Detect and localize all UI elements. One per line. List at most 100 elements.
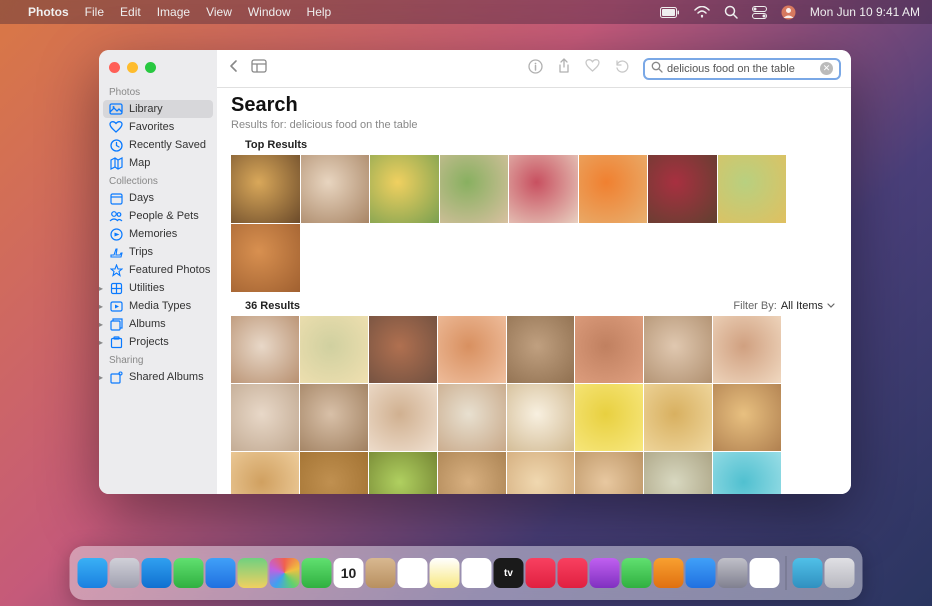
search-input[interactable] xyxy=(667,63,820,75)
top-result-thumbnail[interactable] xyxy=(370,155,439,223)
result-thumbnail[interactable] xyxy=(231,452,299,494)
sidebar-item-people-pets[interactable]: People & Pets xyxy=(99,207,217,225)
close-button[interactable] xyxy=(109,62,120,73)
info-button[interactable] xyxy=(528,59,543,79)
result-thumbnail[interactable] xyxy=(644,384,712,451)
sidebar-item-utilities[interactable]: ▸Utilities xyxy=(99,279,217,297)
dock-launchpad[interactable] xyxy=(110,558,140,588)
search-field[interactable]: ✕ xyxy=(643,58,841,80)
result-thumbnail[interactable] xyxy=(575,384,643,451)
sidebar-item-map[interactable]: Map xyxy=(99,154,217,172)
dock-trash[interactable] xyxy=(825,558,855,588)
sidebar-item-featured-photos[interactable]: Featured Photos xyxy=(99,261,217,279)
sidebar-item-media-types[interactable]: ▸Media Types xyxy=(99,297,217,315)
dock-calendar[interactable]: 10 xyxy=(334,558,364,588)
menu-image[interactable]: Image xyxy=(157,5,190,19)
layout-button[interactable] xyxy=(251,59,267,78)
app-menu[interactable]: Photos xyxy=(28,5,69,19)
dock-numbers[interactable] xyxy=(622,558,652,588)
result-thumbnail[interactable] xyxy=(644,316,712,383)
dock-news[interactable] xyxy=(558,558,588,588)
dock-maps[interactable] xyxy=(238,558,268,588)
sidebar-item-trips[interactable]: Trips xyxy=(99,243,217,261)
dock-safari[interactable] xyxy=(142,558,172,588)
result-thumbnail[interactable] xyxy=(438,452,506,494)
rotate-button[interactable] xyxy=(614,59,629,79)
top-result-thumbnail[interactable] xyxy=(440,155,509,223)
favorite-button[interactable] xyxy=(585,59,600,78)
result-thumbnail[interactable] xyxy=(369,452,437,494)
filter-control[interactable]: Filter By: All Items xyxy=(733,300,835,312)
menu-window[interactable]: Window xyxy=(248,5,291,19)
wifi-icon[interactable] xyxy=(694,6,710,18)
result-thumbnail[interactable] xyxy=(300,316,368,383)
dock-appstore[interactable] xyxy=(686,558,716,588)
menu-view[interactable]: View xyxy=(206,5,232,19)
clock-icon xyxy=(109,138,123,152)
dock-facetime[interactable] xyxy=(302,558,332,588)
result-thumbnail[interactable] xyxy=(300,384,368,451)
result-thumbnail[interactable] xyxy=(438,316,506,383)
dock-mail[interactable] xyxy=(206,558,236,588)
sidebar-item-projects[interactable]: ▸Projects xyxy=(99,333,217,351)
top-result-thumbnail[interactable] xyxy=(301,155,370,223)
dock-pages[interactable] xyxy=(654,558,684,588)
result-thumbnail[interactable] xyxy=(507,452,575,494)
dock-settings[interactable] xyxy=(718,558,748,588)
result-thumbnail[interactable] xyxy=(713,316,781,383)
back-button[interactable] xyxy=(227,59,241,78)
result-thumbnail[interactable] xyxy=(644,452,712,494)
result-thumbnail[interactable] xyxy=(369,316,437,383)
share-button[interactable] xyxy=(557,58,571,79)
dock-photos[interactable] xyxy=(270,558,300,588)
result-thumbnail[interactable] xyxy=(507,316,575,383)
menu-help[interactable]: Help xyxy=(307,5,332,19)
sidebar-item-favorites[interactable]: Favorites xyxy=(99,118,217,136)
result-thumbnail[interactable] xyxy=(300,452,368,494)
menu-file[interactable]: File xyxy=(85,5,104,19)
control-center-icon[interactable] xyxy=(752,6,767,19)
top-result-thumbnail[interactable] xyxy=(579,155,648,223)
result-thumbnail[interactable] xyxy=(575,316,643,383)
clock[interactable]: Mon Jun 10 9:41 AM xyxy=(810,5,920,19)
dock-podcasts[interactable] xyxy=(590,558,620,588)
result-thumbnail[interactable] xyxy=(713,384,781,451)
result-thumbnail[interactable] xyxy=(713,452,781,494)
dock-freeform[interactable] xyxy=(462,558,492,588)
menu-edit[interactable]: Edit xyxy=(120,5,141,19)
dock-reminders[interactable] xyxy=(398,558,428,588)
result-thumbnail[interactable] xyxy=(369,384,437,451)
user-icon[interactable] xyxy=(781,5,796,20)
top-result-thumbnail[interactable] xyxy=(231,224,300,292)
dock-music[interactable] xyxy=(526,558,556,588)
top-result-thumbnail[interactable] xyxy=(648,155,717,223)
dock-finder[interactable] xyxy=(78,558,108,588)
disclosure-icon: ▸ xyxy=(99,320,103,329)
sidebar-item-shared-albums[interactable]: ▸Shared Albums xyxy=(99,368,217,386)
battery-icon[interactable] xyxy=(660,7,680,18)
top-result-thumbnail[interactable] xyxy=(231,155,300,223)
top-result-thumbnail[interactable] xyxy=(509,155,578,223)
dock-notes[interactable] xyxy=(430,558,460,588)
spotlight-icon[interactable] xyxy=(724,5,738,19)
result-thumbnail[interactable] xyxy=(438,384,506,451)
dock-downloads[interactable] xyxy=(793,558,823,588)
dock-screentime[interactable] xyxy=(750,558,780,588)
dock: 10 tv xyxy=(70,546,863,600)
result-thumbnail[interactable] xyxy=(507,384,575,451)
sidebar-item-recently-saved[interactable]: Recently Saved xyxy=(99,136,217,154)
result-thumbnail[interactable] xyxy=(231,316,299,383)
result-thumbnail[interactable] xyxy=(575,452,643,494)
sidebar-item-library[interactable]: Library xyxy=(103,100,213,118)
dock-contacts[interactable] xyxy=(366,558,396,588)
sidebar-item-memories[interactable]: Memories xyxy=(99,225,217,243)
clear-search-button[interactable]: ✕ xyxy=(820,62,833,75)
dock-messages[interactable] xyxy=(174,558,204,588)
minimize-button[interactable] xyxy=(127,62,138,73)
sidebar-item-days[interactable]: Days xyxy=(99,189,217,207)
maximize-button[interactable] xyxy=(145,62,156,73)
result-thumbnail[interactable] xyxy=(231,384,299,451)
dock-tv[interactable]: tv xyxy=(494,558,524,588)
sidebar-item-albums[interactable]: ▸Albums xyxy=(99,315,217,333)
top-result-thumbnail[interactable] xyxy=(718,155,787,223)
